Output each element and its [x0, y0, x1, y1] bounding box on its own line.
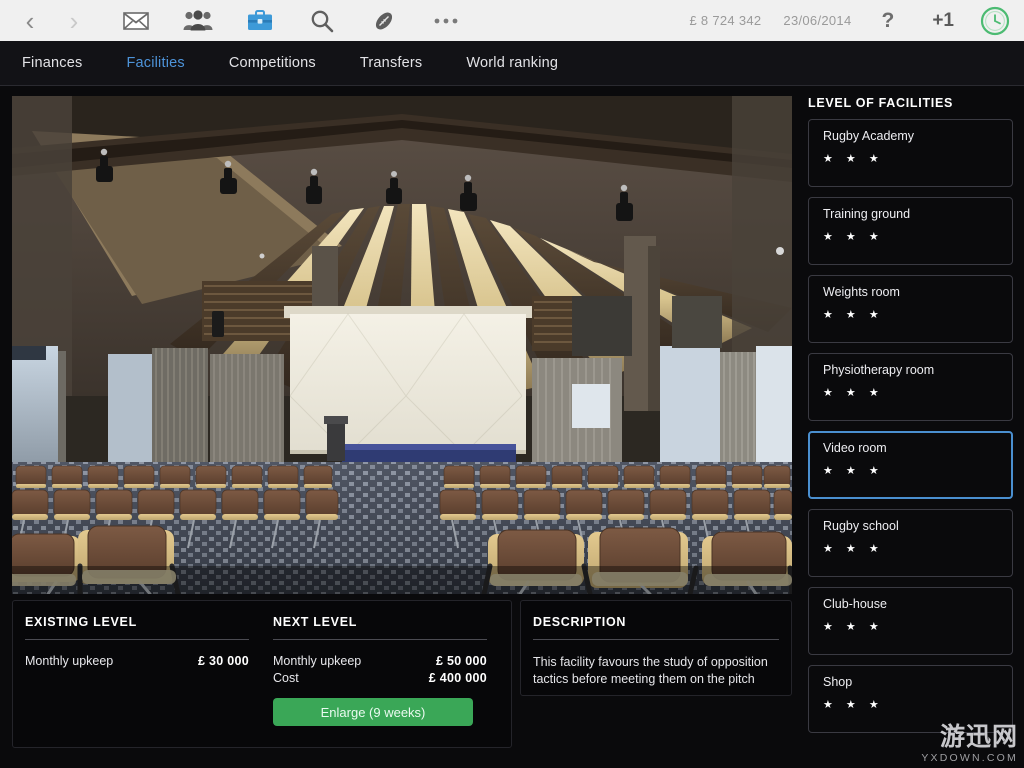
facility-name: Rugby school [823, 519, 1012, 533]
squad-button[interactable] [176, 0, 220, 41]
description-title: DESCRIPTION [533, 615, 779, 629]
facility-name: Video room [823, 441, 1011, 455]
facility-card-club-house[interactable]: Club-house ★ ★ ★ [808, 587, 1013, 655]
existing-level-column: EXISTING LEVEL Monthly upkeep £ 30 000 [13, 601, 263, 747]
section-tab-bar: Finances Facilities Competitions Transfe… [0, 41, 1024, 86]
rugby-ball-icon [372, 9, 396, 33]
facility-card-shop[interactable]: Shop ★ ★ ★ [808, 665, 1013, 733]
tab-finances[interactable]: Finances [22, 55, 82, 71]
top-toolbar: ‹ › [0, 0, 1024, 41]
balance-label: £ 8 724 342 [689, 13, 761, 28]
people-group-icon [183, 10, 213, 31]
facilities-sidebar: LEVEL OF FACILITIES Rugby Academy ★ ★ ★ … [800, 96, 1024, 768]
search-button[interactable] [300, 0, 344, 41]
next-upkeep-row: Monthly upkeep £ 50 000 [273, 654, 487, 668]
description-divider [533, 639, 779, 640]
facility-stars: ★ ★ ★ [823, 620, 1012, 633]
toolbar-status-group: £ 8 724 342 23/06/2014 ? +1 [689, 0, 1024, 41]
date-label: 23/06/2014 [783, 13, 851, 28]
tab-facilities[interactable]: Facilities [126, 55, 184, 71]
competitions-button[interactable] [362, 0, 406, 41]
facility-photo [12, 96, 792, 594]
facility-photo-illustration [12, 96, 792, 594]
next-cost-value: £ 400 000 [429, 671, 487, 685]
levels-panel: EXISTING LEVEL Monthly upkeep £ 30 000 N… [12, 600, 512, 748]
facility-stars: ★ ★ ★ [823, 386, 1012, 399]
existing-upkeep-row: Monthly upkeep £ 30 000 [25, 654, 249, 668]
facility-stars: ★ ★ ★ [823, 230, 1012, 243]
facility-card-rugby-academy[interactable]: Rugby Academy ★ ★ ★ [808, 119, 1013, 187]
next-cost-row: Cost £ 400 000 [273, 671, 487, 685]
tab-transfers[interactable]: Transfers [360, 55, 423, 71]
existing-level-title: EXISTING LEVEL [25, 615, 249, 629]
facility-stars: ★ ★ ★ [823, 464, 1011, 477]
club-button[interactable] [238, 0, 282, 41]
facility-name: Rugby Academy [823, 129, 1012, 143]
toolbar-icon-group: ‹ › [0, 0, 468, 41]
enlarge-button[interactable]: Enlarge (9 weeks) [273, 698, 473, 726]
advance-day-button[interactable]: +1 [932, 10, 954, 32]
chevron-right-icon: › [70, 8, 79, 34]
ellipsis-icon [433, 17, 459, 25]
facility-name: Shop [823, 675, 1012, 689]
description-text: This facility favours the study of oppos… [533, 654, 779, 688]
search-icon [310, 9, 334, 33]
next-level-divider [273, 639, 487, 640]
facility-card-rugby-school[interactable]: Rugby school ★ ★ ★ [808, 509, 1013, 577]
next-upkeep-value: £ 50 000 [436, 654, 487, 668]
tab-competitions[interactable]: Competitions [229, 55, 316, 71]
facility-name: Club-house [823, 597, 1012, 611]
facility-card-training-ground[interactable]: Training ground ★ ★ ★ [808, 197, 1013, 265]
next-level-column: NEXT LEVEL Monthly upkeep £ 50 000 Cost … [263, 601, 513, 747]
existing-upkeep-value: £ 30 000 [198, 654, 249, 668]
clock-continue-icon[interactable] [978, 4, 1012, 38]
next-upkeep-label: Monthly upkeep [273, 654, 361, 668]
tab-world-ranking[interactable]: World ranking [466, 55, 558, 71]
facility-name: Physiotherapy room [823, 363, 1012, 377]
facility-card-weights-room[interactable]: Weights room ★ ★ ★ [808, 275, 1013, 343]
facility-name: Training ground [823, 207, 1012, 221]
facility-name: Weights room [823, 285, 1012, 299]
facility-stars: ★ ★ ★ [823, 308, 1012, 321]
facility-card-video-room[interactable]: Video room ★ ★ ★ [808, 431, 1013, 499]
facilities-screen: ‹ › [0, 0, 1024, 768]
inbox-button[interactable] [114, 0, 158, 41]
description-inner: DESCRIPTION This facility favours the st… [521, 601, 791, 688]
chevron-left-icon: ‹ [26, 8, 35, 34]
facility-stars: ★ ★ ★ [823, 698, 1012, 711]
facility-stars: ★ ★ ★ [823, 152, 1012, 165]
description-panel: DESCRIPTION This facility favours the st… [520, 600, 792, 696]
envelope-icon [123, 11, 149, 31]
back-button[interactable]: ‹ [8, 0, 52, 41]
briefcase-icon [247, 9, 273, 32]
help-button[interactable]: ? [882, 9, 895, 33]
next-level-title: NEXT LEVEL [273, 615, 487, 629]
forward-button[interactable]: › [52, 0, 96, 41]
next-cost-label: Cost [273, 671, 299, 685]
facility-stars: ★ ★ ★ [823, 542, 1012, 555]
more-button[interactable] [424, 0, 468, 41]
existing-level-divider [25, 639, 249, 640]
facility-card-physiotherapy-room[interactable]: Physiotherapy room ★ ★ ★ [808, 353, 1013, 421]
existing-upkeep-label: Monthly upkeep [25, 654, 113, 668]
sidebar-title: LEVEL OF FACILITIES [800, 96, 1024, 110]
